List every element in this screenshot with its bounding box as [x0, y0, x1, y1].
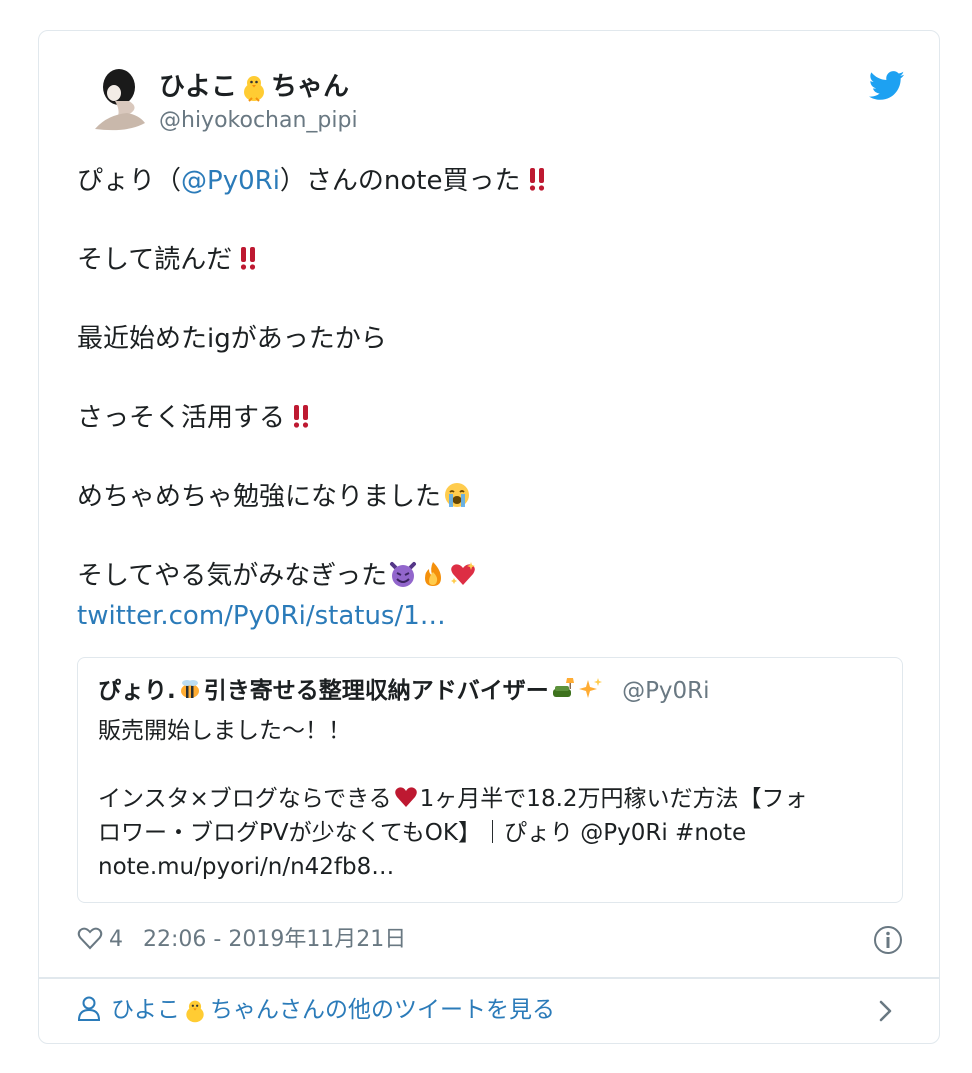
quoted-name-part1: ぴょり. [98, 678, 176, 704]
couch-lamp-icon [551, 677, 575, 701]
author-name-part2: ちゃん [271, 72, 350, 102]
text-segment: そしてやる気がみなぎった [77, 561, 388, 591]
quoted-tweet[interactable]: ぴょり. 引き寄せる整理収納アドバイザー @Py0Ri 販売開始しました〜！！ イ… [77, 657, 903, 903]
tweet-line-5: めちゃめちゃ勉強になりました [77, 477, 907, 517]
footer-text-part2: ちゃんさんの他のツイートを見る [210, 997, 555, 1023]
tweet-line-link: twitter.com/Py0Ri/status/1… [77, 596, 907, 636]
text-segment: 最近始めたigがあったから [77, 324, 387, 354]
text-segment: ぴょり（ [77, 166, 182, 196]
chick-icon [244, 75, 265, 102]
tweet-status-link[interactable]: twitter.com/Py0Ri/status/1… [77, 601, 446, 631]
heart-outline-icon[interactable] [77, 925, 103, 951]
tweet-line-2: そして読んだ [77, 240, 907, 280]
divider [39, 977, 939, 979]
quoted-line-4: note.mu/pyori/n/n42fb8… [98, 854, 395, 880]
author-name-part1: ひよこ [159, 72, 238, 102]
double-exclamation-icon [287, 402, 315, 430]
text-segment: ）さんのnote買った [279, 166, 521, 196]
tweet-card: ひよこ ちゃん @hiyokochan_pipi ぴょり（@Py0Ri）さんのn… [38, 30, 940, 1044]
timestamp[interactable]: 22:06 - 2019年11月21日 [143, 927, 406, 952]
chick-icon [186, 1000, 204, 1022]
mention-link[interactable]: @Py0Ri [181, 166, 280, 196]
text-segment: 1ヶ月半で18.2万円稼いだ方法【フォ [419, 786, 808, 812]
text-segment: そして読んだ [77, 245, 233, 275]
author-display-name[interactable]: ひよこ ちゃん [159, 71, 349, 103]
double-exclamation-icon [523, 165, 551, 193]
quoted-name-part2: 引き寄せる整理収納アドバイザー [203, 678, 549, 704]
text-segment: インスタ×ブログならできる [98, 786, 392, 812]
text-segment: めちゃめちゃ勉強になりました [77, 482, 442, 512]
author-handle[interactable]: @hiyokochan_pipi [159, 107, 358, 135]
person-icon [77, 996, 101, 1021]
tweet-line-1: ぴょり（@Py0Ri）さんのnote買った [77, 161, 907, 201]
sparkles-icon [578, 677, 603, 701]
sparkling-heart-icon [449, 560, 477, 588]
tweet-line-6: そしてやる気がみなぎった [77, 556, 907, 596]
info-icon[interactable] [873, 925, 903, 955]
smiling-imp-icon [389, 560, 417, 588]
crying-face-icon [443, 481, 471, 509]
tweet-line-4: さっそく活用する [77, 398, 907, 438]
quoted-line-3: ロワー・ブログPVが少なくてもOK】｜ぴょり @Py0Ri #note [98, 820, 747, 846]
text-segment: さっそく活用する [77, 403, 286, 433]
more-tweets-link[interactable]: ひよこ ちゃんさんの他のツイートを見る [77, 993, 555, 1027]
tweet-text: ぴょり（@Py0Ri）さんのnote買った そして読んだ 最近始めたigがあった… [77, 161, 907, 636]
quoted-line-1: 販売開始しました〜！！ [98, 718, 351, 744]
quoted-handle[interactable]: @Py0Ri [622, 678, 710, 704]
quoted-text: 販売開始しました〜！！ インスタ×ブログならできる 1ヶ月半で18.2万円稼いだ方… [98, 714, 888, 884]
footer-text-part1: ひよこ [111, 997, 180, 1023]
red-heart-icon [394, 785, 418, 809]
quoted-header: ぴょり. 引き寄せる整理収納アドバイザー @Py0Ri [98, 676, 710, 706]
tweet-line-3: 最近始めたigがあったから [77, 319, 907, 359]
double-exclamation-icon [234, 244, 262, 272]
avatar[interactable] [87, 67, 155, 135]
fire-icon [419, 560, 447, 588]
like-count[interactable]: 4 [109, 927, 123, 952]
quoted-line-2: インスタ×ブログならできる 1ヶ月半で18.2万円稼いだ方法【フォ [98, 782, 888, 816]
quoted-author-name[interactable]: ぴょり. 引き寄せる整理収納アドバイザー [98, 678, 605, 704]
twitter-bird-icon[interactable] [869, 71, 905, 101]
chevron-right-icon[interactable] [875, 997, 897, 1025]
bee-icon [178, 677, 202, 701]
tweet-meta: 4 22:06 - 2019年11月21日 [77, 925, 406, 955]
